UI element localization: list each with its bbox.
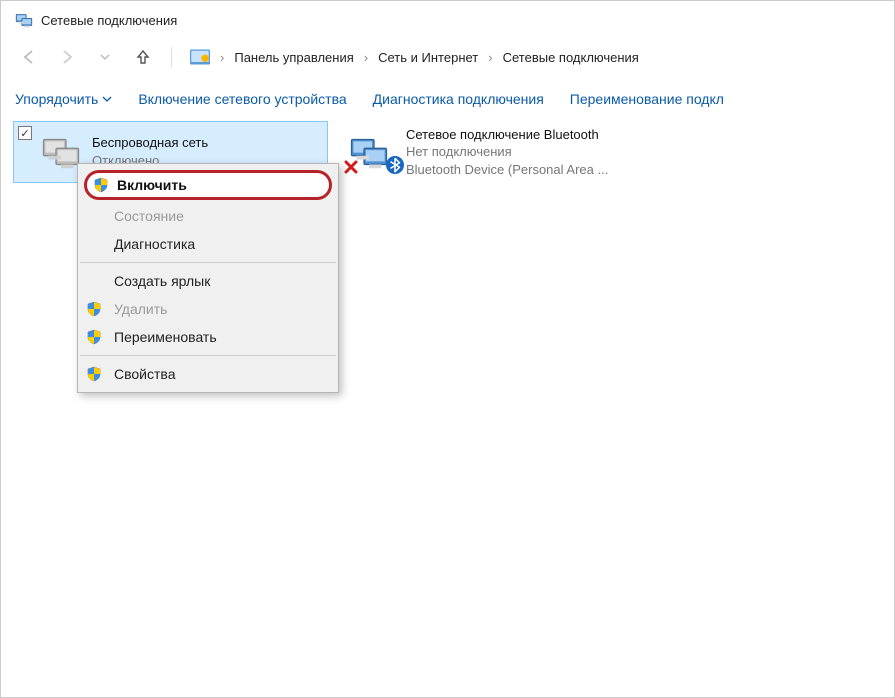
menu-label: Создать ярлык xyxy=(114,273,210,289)
shield-icon xyxy=(86,366,102,382)
error-x-icon xyxy=(344,160,358,174)
menu-item-properties[interactable]: Свойства xyxy=(78,360,338,388)
breadcrumb-item[interactable]: Сеть и Интернет xyxy=(374,48,482,67)
context-menu: Включить Состояние Диагностика Создать я… xyxy=(77,163,339,393)
nav-forward-button[interactable] xyxy=(53,43,81,71)
menu-item-enable[interactable]: Включить xyxy=(84,170,332,200)
window-title: Сетевые подключения xyxy=(41,13,177,28)
rename-button[interactable]: Переименование подкл xyxy=(570,91,724,107)
breadcrumb-item[interactable]: Панель управления xyxy=(230,48,357,67)
enable-device-label: Включение сетевого устройства xyxy=(138,91,346,107)
menu-label: Переименовать xyxy=(114,329,217,345)
menu-label: Включить xyxy=(117,177,187,193)
menu-separator xyxy=(80,355,336,356)
enable-device-button[interactable]: Включение сетевого устройства xyxy=(138,91,346,107)
chevron-right-icon[interactable]: › xyxy=(218,50,226,65)
adapter-item-bluetooth[interactable]: Сетевое подключение Bluetooth Нет подклю… xyxy=(340,121,614,183)
shield-icon xyxy=(93,177,109,193)
menu-label: Удалить xyxy=(114,301,167,317)
nav-back-button[interactable] xyxy=(15,43,43,71)
bluetooth-icon xyxy=(386,156,404,174)
adapter-detail: Bluetooth Device (Personal Area ... xyxy=(406,161,608,179)
menu-separator xyxy=(80,262,336,263)
content-pane: Беспроводная сеть Отключено Сетевое подк… xyxy=(1,115,894,189)
menu-label: Свойства xyxy=(114,366,175,382)
nav-row: › Панель управления › Сеть и Интернет › … xyxy=(1,33,894,81)
diagnose-button[interactable]: Диагностика подключения xyxy=(373,91,544,107)
selection-checkbox[interactable] xyxy=(18,126,32,140)
nav-recent-button[interactable] xyxy=(91,43,119,71)
adapter-status: Нет подключения xyxy=(406,143,608,161)
breadcrumb-item[interactable]: Сетевые подключения xyxy=(499,48,643,67)
titlebar: Сетевые подключения xyxy=(1,1,894,33)
control-panel-icon xyxy=(190,47,210,67)
nav-up-button[interactable] xyxy=(129,43,157,71)
rename-label: Переименование подкл xyxy=(570,91,724,107)
diagnose-label: Диагностика подключения xyxy=(373,91,544,107)
shield-icon xyxy=(86,329,102,345)
menu-item-create-shortcut[interactable]: Создать ярлык xyxy=(78,267,338,295)
network-connections-icon xyxy=(15,11,33,29)
chevron-right-icon[interactable]: › xyxy=(362,50,370,65)
menu-item-status[interactable]: Состояние xyxy=(78,202,338,230)
breadcrumb[interactable]: › Панель управления › Сеть и Интернет › … xyxy=(186,47,880,67)
menu-item-delete[interactable]: Удалить xyxy=(78,295,338,323)
chevron-right-icon[interactable]: › xyxy=(486,50,494,65)
menu-item-rename[interactable]: Переименовать xyxy=(78,323,338,351)
chevron-down-icon xyxy=(102,94,112,104)
adapter-name: Сетевое подключение Bluetooth xyxy=(406,126,608,144)
adapter-name: Беспроводная сеть xyxy=(92,134,208,152)
menu-label: Диагностика xyxy=(114,236,195,252)
shield-icon xyxy=(86,301,102,317)
organize-label: Упорядочить xyxy=(15,91,98,107)
organize-button[interactable]: Упорядочить xyxy=(15,91,112,107)
menu-label: Состояние xyxy=(114,208,184,224)
command-bar: Упорядочить Включение сетевого устройств… xyxy=(1,81,894,115)
menu-item-diagnostics[interactable]: Диагностика xyxy=(78,230,338,258)
adapter-icon-bluetooth xyxy=(346,132,398,172)
adapter-text: Сетевое подключение Bluetooth Нет подклю… xyxy=(406,126,608,179)
nav-separator xyxy=(171,47,172,67)
